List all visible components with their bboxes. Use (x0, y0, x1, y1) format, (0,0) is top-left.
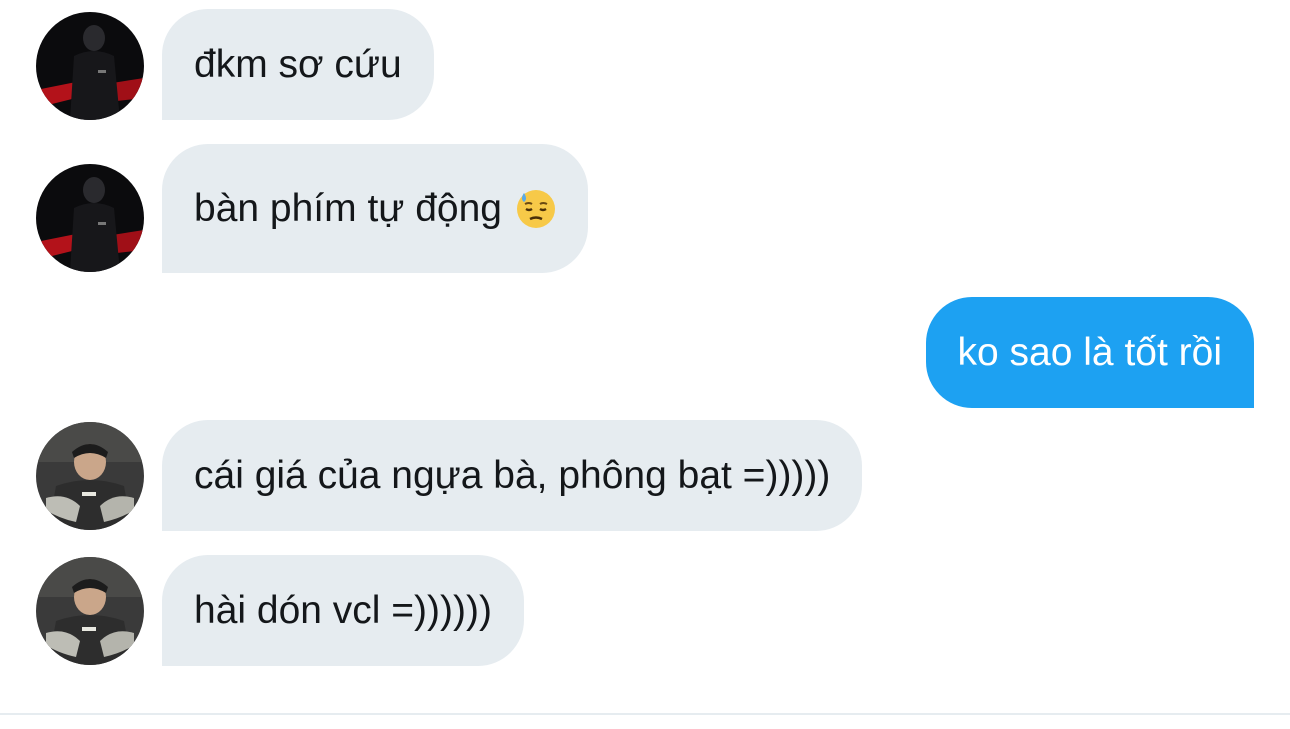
downcast-sweat-face-icon (516, 189, 556, 229)
message-text: đkm sơ cứu (194, 43, 402, 86)
sender-avatar[interactable] (36, 164, 144, 272)
message-bubble-outgoing[interactable]: ko sao là tốt rồi (925, 297, 1254, 408)
message-text: bàn phím tự động (194, 187, 502, 230)
message-bubble-incoming[interactable]: đkm sơ cứu (162, 9, 434, 120)
sender-avatar[interactable] (36, 12, 144, 120)
avatar-photo-dark-icon (36, 164, 144, 272)
message-bubble-incoming[interactable]: bàn phím tự động (162, 144, 588, 273)
message-bubble-incoming[interactable]: hài dón vcl =)))))) (162, 555, 524, 666)
divider (0, 713, 1290, 715)
message-text: ko sao là tốt rồi (957, 331, 1222, 374)
avatar-photo-dark-icon (36, 12, 144, 120)
avatar-photo-grey-icon (36, 557, 144, 665)
sender-avatar[interactable] (36, 557, 144, 665)
message-text: hài dón vcl =)))))) (194, 589, 492, 632)
avatar-photo-grey-icon (36, 422, 144, 530)
message-thread: đkm sơ cứu bàn phím tự động ko sao là tố… (0, 0, 1290, 729)
sender-avatar[interactable] (36, 422, 144, 530)
message-bubble-incoming[interactable]: cái giá của ngựa bà, phông bạt =))))) (162, 420, 863, 531)
message-text: cái giá của ngựa bà, phông bạt =))))) (194, 454, 831, 497)
